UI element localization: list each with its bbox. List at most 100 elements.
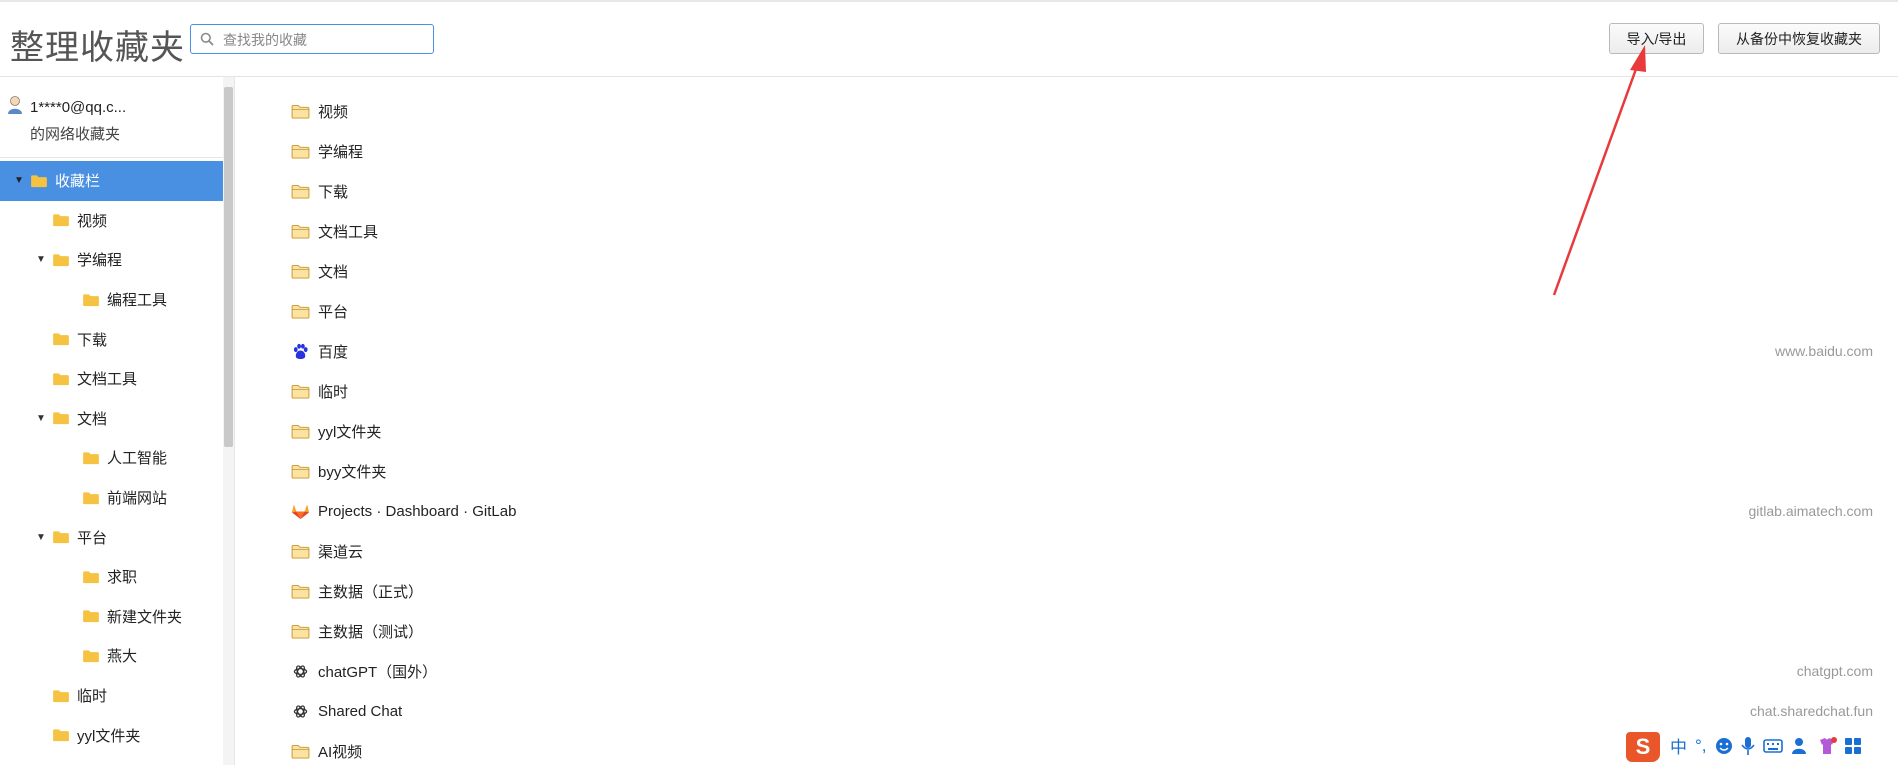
- folder-icon: [53, 214, 69, 227]
- tree-item-label: 平台: [77, 529, 108, 547]
- folder-icon-wrap: [290, 421, 310, 441]
- arrow-spacer: [66, 453, 76, 463]
- tree-item[interactable]: ▼ 文档: [0, 399, 223, 439]
- folder-row[interactable]: byy文件夹: [290, 451, 1880, 491]
- tree-item[interactable]: 编程工具: [0, 280, 223, 320]
- import-export-button[interactable]: 导入/导出: [1609, 23, 1704, 54]
- ime-mode-toggle[interactable]: 中: [1670, 733, 1687, 758]
- folder-row[interactable]: 主数据（正式）: [290, 571, 1880, 611]
- folder-icon-wrap: [290, 141, 310, 161]
- bookmark-row[interactable]: Shared Chat chat.sharedchat.fun: [290, 691, 1880, 731]
- folder-row[interactable]: 下载: [290, 171, 1880, 211]
- folder-row[interactable]: 渠道云: [290, 531, 1880, 571]
- tree-item-label: yyl文件夹: [77, 727, 141, 745]
- bookmark-row[interactable]: Projects · Dashboard · GitLab gitlab.aima…: [290, 491, 1880, 531]
- sidebar-scrollbar-thumb[interactable]: [224, 87, 233, 447]
- item-title: 平台: [318, 303, 349, 321]
- tree-item-label: 求职: [107, 569, 138, 587]
- folder-icon-wrap: [290, 101, 310, 121]
- folder-icon: [291, 624, 309, 639]
- tree-item-label: 人工智能: [107, 450, 168, 468]
- tree-item-label: 学编程: [77, 252, 123, 270]
- folder-icon-wrap: [290, 621, 310, 641]
- folder-row[interactable]: 视频: [290, 91, 1880, 131]
- folder-row[interactable]: 主数据（测试）: [290, 611, 1880, 651]
- folder-tree: ▼ 收藏栏视频 ▼ 学编程编程工具下载文档工具 ▼ 文档人工智能前端网站 ▼ 平台求职新建文件…: [0, 161, 223, 755]
- tree-item[interactable]: yyl文件夹: [0, 715, 223, 755]
- folder-icon: [291, 424, 309, 439]
- folder-icon: [291, 304, 309, 319]
- item-title: 百度: [318, 343, 349, 361]
- tree-item-label: 文档工具: [77, 371, 138, 389]
- folder-row[interactable]: 学编程: [290, 131, 1880, 171]
- arrow-spacer: [36, 374, 46, 384]
- folder-icon-wrap: [290, 381, 310, 401]
- emoji-icon[interactable]: [1715, 737, 1733, 755]
- tree-item[interactable]: 燕大: [0, 636, 223, 676]
- header: 整理收藏夹 导入/导出 从备份中恢复收藏夹: [0, 2, 1898, 77]
- expand-arrow-icon[interactable]: ▼: [36, 254, 46, 265]
- folder-icon: [83, 571, 99, 583]
- tree-item[interactable]: 视频: [0, 201, 223, 241]
- tree-item[interactable]: 求职: [0, 557, 223, 597]
- bookmark-row[interactable]: chatGPT（国外） chatgpt.com: [290, 651, 1880, 691]
- tree-item[interactable]: 文档工具: [0, 359, 223, 399]
- microphone-icon[interactable]: [1740, 736, 1755, 756]
- tree-item[interactable]: 新建文件夹: [0, 597, 223, 637]
- tree-item-label: 前端网站: [107, 490, 168, 508]
- folder-icon: [31, 175, 47, 187]
- expand-arrow-icon[interactable]: ▼: [14, 175, 24, 186]
- tree-item[interactable]: 前端网站: [0, 478, 223, 518]
- arrow-spacer: [66, 611, 76, 621]
- tree-item[interactable]: 临时: [0, 676, 223, 716]
- account-subtitle: 的网络收藏夹: [30, 126, 121, 143]
- item-title: yyl文件夹: [318, 423, 382, 441]
- folder-icon-wrap: [290, 461, 310, 481]
- expand-arrow-icon[interactable]: ▼: [36, 532, 46, 543]
- folder-icon: [53, 333, 69, 346]
- folder-icon-wrap: [290, 261, 310, 281]
- bookmark-row[interactable]: 百度 www.baidu.com: [290, 331, 1880, 371]
- tree-item-label: 收藏栏: [55, 173, 101, 191]
- tree-item-label: 编程工具: [107, 292, 168, 310]
- toolbox-grid-icon[interactable]: [1844, 737, 1861, 754]
- folder-icon: [291, 104, 309, 119]
- folder-row[interactable]: 文档工具: [290, 211, 1880, 251]
- sogou-logo-icon[interactable]: S: [1624, 728, 1662, 764]
- ime-toolbar: S 中 °,: [1624, 726, 1898, 765]
- item-title: 视频: [318, 103, 349, 121]
- tree-item-label: 视频: [77, 212, 108, 230]
- tree-item[interactable]: 人工智能: [0, 438, 223, 478]
- tree-item[interactable]: ▼ 平台: [0, 517, 223, 557]
- tree-item[interactable]: 下载: [0, 319, 223, 359]
- tree-item[interactable]: ▼ 学编程: [0, 240, 223, 280]
- tree-item[interactable]: ▼ 收藏栏: [0, 161, 223, 201]
- folder-row[interactable]: 平台: [290, 291, 1880, 331]
- item-title: 主数据（正式）: [318, 583, 424, 601]
- search-input[interactable]: [221, 28, 430, 52]
- folder-icon: [53, 254, 69, 267]
- folder-icon: [83, 491, 99, 504]
- ime-punctuation-toggle[interactable]: °,: [1695, 736, 1707, 756]
- folder-icon: [83, 293, 99, 306]
- user-settings-icon[interactable]: [1791, 737, 1809, 755]
- gitlab-icon: [290, 501, 310, 521]
- arrow-spacer: [66, 651, 76, 661]
- expand-arrow-icon[interactable]: ▼: [36, 413, 46, 424]
- restore-from-backup-button[interactable]: 从备份中恢复收藏夹: [1718, 23, 1880, 54]
- item-title: 主数据（测试）: [318, 623, 424, 641]
- item-url: chat.sharedchat.fun: [1750, 703, 1873, 719]
- folder-row[interactable]: 临时: [290, 371, 1880, 411]
- folder-icon: [83, 452, 99, 465]
- folder-icon-wrap: [290, 301, 310, 321]
- folder-icon: [53, 412, 69, 425]
- keyboard-icon[interactable]: [1762, 738, 1783, 754]
- openai-icon: [290, 661, 310, 681]
- folder-icon: [53, 689, 69, 702]
- search-box[interactable]: [190, 24, 434, 54]
- folder-icon: [53, 729, 69, 742]
- folder-row[interactable]: 文档: [290, 251, 1880, 291]
- folder-row[interactable]: yyl文件夹: [290, 411, 1880, 451]
- folder-icon: [53, 531, 69, 544]
- skin-icon[interactable]: [1817, 736, 1837, 755]
